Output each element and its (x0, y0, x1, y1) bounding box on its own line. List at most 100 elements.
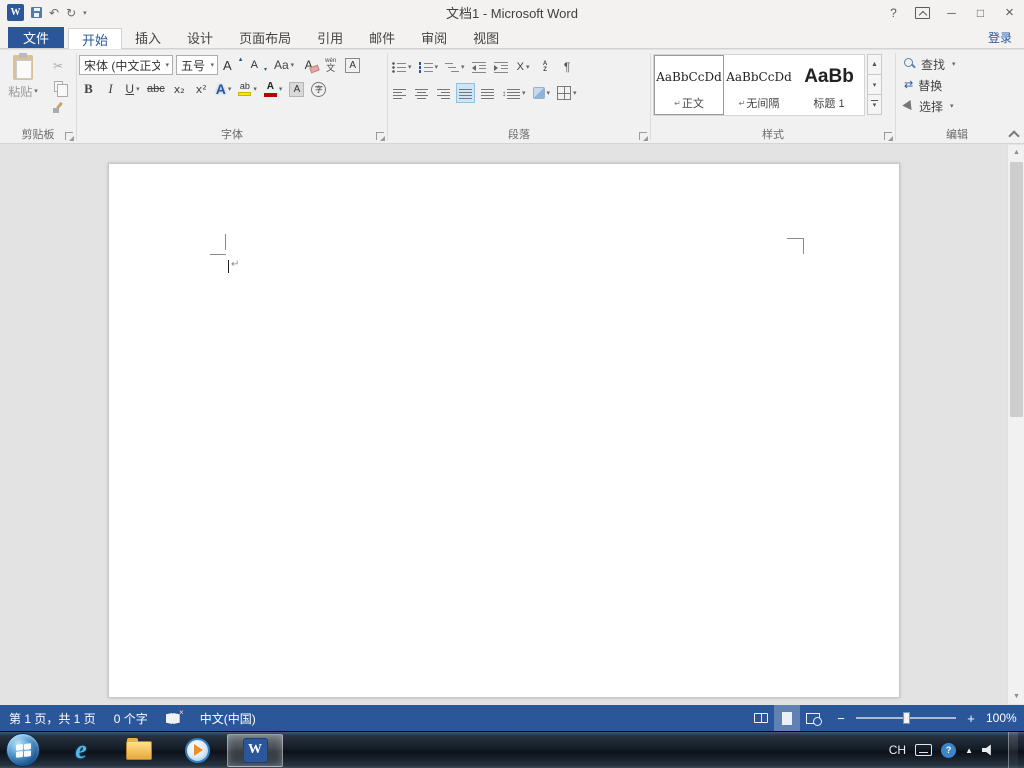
bullets-button[interactable]: ▾ (390, 57, 414, 77)
show-desktop-button[interactable] (1008, 731, 1018, 768)
tab-insert[interactable]: 插入 (122, 27, 174, 48)
word-app-icon[interactable]: W (7, 4, 24, 21)
tab-page-layout[interactable]: 页面布局 (226, 27, 304, 48)
borders-button[interactable]: ▾ (555, 83, 579, 103)
tab-file[interactable]: 文件 (8, 27, 65, 48)
taskbar-ie-button[interactable]: e (53, 734, 109, 767)
save-icon[interactable] (31, 7, 42, 18)
align-center-button[interactable] (412, 83, 431, 103)
close-button[interactable]: × (995, 0, 1024, 25)
clear-formatting-button[interactable]: A (299, 55, 318, 75)
redo-icon[interactable]: ↻ (66, 7, 76, 19)
subscript-button[interactable]: x₂ (170, 79, 189, 99)
tab-home[interactable]: 开始 (68, 28, 123, 49)
customize-qat-dropdown-icon[interactable]: ▾ (83, 9, 87, 17)
styles-scroll-down-button[interactable]: ▾ (867, 74, 882, 95)
tray-expand-icon[interactable]: ▲ (965, 746, 973, 755)
collapse-ribbon-button[interactable] (1009, 130, 1017, 138)
find-button[interactable]: 查找 ▾ (904, 55, 1016, 73)
keyboard-layout-icon[interactable] (915, 744, 933, 756)
scrollbar-thumb[interactable] (1010, 162, 1023, 417)
scroll-up-arrow[interactable]: ▲ (1008, 145, 1024, 160)
increase-indent-button[interactable] (492, 57, 511, 77)
cut-button[interactable]: ✂ (46, 57, 70, 74)
show-hide-marks-button[interactable]: ¶ (558, 57, 577, 77)
zoom-slider[interactable] (856, 711, 956, 725)
taskbar-media-player-button[interactable] (169, 734, 225, 767)
change-case-button[interactable]: Aa ▾ (272, 55, 296, 75)
underline-button[interactable]: U ▾ (123, 79, 142, 99)
numbering-button[interactable]: ▾ (417, 57, 441, 77)
sign-in-link[interactable]: 登录 (988, 27, 1024, 48)
select-button[interactable]: 选择 ▾ (902, 97, 1016, 115)
web-layout-button[interactable] (800, 705, 826, 731)
volume-icon[interactable] (982, 744, 991, 756)
shading-button[interactable]: ▾ (531, 83, 553, 103)
highlight-button[interactable]: ab ▾ (236, 79, 259, 99)
shrink-font-button[interactable]: A ▾ (249, 55, 269, 75)
font-color-button[interactable]: A ▾ (262, 79, 285, 99)
taskbar-word-button[interactable]: W (227, 733, 283, 767)
word-count[interactable]: 0 个字 (105, 705, 157, 731)
sort-button[interactable]: AZ (536, 57, 555, 77)
print-layout-button[interactable] (774, 705, 800, 731)
zoom-slider-thumb[interactable] (903, 712, 910, 724)
strikethrough-button[interactable]: abc (145, 79, 167, 99)
character-border-button[interactable]: A (343, 55, 362, 75)
text-effects-button[interactable]: A ▾ (214, 79, 234, 99)
distribute-button[interactable] (478, 83, 497, 103)
superscript-button[interactable]: x² (192, 79, 211, 99)
justify-button[interactable] (456, 83, 475, 103)
zoom-in-button[interactable]: + (964, 711, 978, 726)
vertical-scrollbar[interactable]: ▲ ▼ (1007, 145, 1024, 704)
zoom-level[interactable]: 100% (986, 711, 1024, 725)
tab-references[interactable]: 引用 (304, 27, 356, 48)
align-left-button[interactable] (390, 83, 409, 103)
restore-button[interactable]: □ (966, 0, 995, 25)
help-button[interactable]: ? (879, 0, 908, 25)
grow-font-button[interactable]: A ▲ (221, 55, 246, 75)
read-mode-button[interactable] (748, 705, 774, 731)
ime-tray-icon[interactable]: ? (941, 742, 957, 758)
font-size-combobox[interactable]: 五号 ▾ (176, 55, 218, 75)
multilevel-list-button[interactable]: ▾ (443, 57, 467, 77)
minimize-button[interactable]: ─ (937, 0, 966, 25)
style-card-heading1[interactable]: AaBb 标题 1 (794, 55, 864, 115)
undo-icon[interactable]: ↶ (49, 7, 59, 19)
paragraph-dialog-launcher[interactable] (639, 132, 648, 141)
decrease-indent-button[interactable] (470, 57, 489, 77)
tab-view[interactable]: 视图 (460, 27, 512, 48)
replace-button[interactable]: ⇄ 替换 (904, 76, 1016, 94)
align-right-button[interactable] (434, 83, 453, 103)
asian-layout-button[interactable]: X ▾ (514, 57, 533, 77)
styles-dialog-launcher[interactable] (884, 132, 893, 141)
page-indicator[interactable]: 第 1 页，共 1 页 (0, 705, 105, 731)
font-dialog-launcher[interactable] (376, 132, 385, 141)
paste-button[interactable]: 粘贴 ▾ (2, 53, 44, 128)
clipboard-dialog-launcher[interactable] (65, 132, 74, 141)
style-card-normal[interactable]: AaBbCcDd ↵ 正文 (654, 55, 724, 115)
tab-mailings[interactable]: 邮件 (356, 27, 408, 48)
line-spacing-button[interactable]: ↕ ▾ (500, 83, 528, 103)
language-badge[interactable]: CH (889, 743, 906, 757)
bold-button[interactable]: B (79, 79, 98, 99)
styles-more-button[interactable]: ▾ (867, 94, 882, 115)
tab-design[interactable]: 设计 (174, 27, 226, 48)
start-button[interactable] (6, 733, 40, 767)
taskbar-explorer-button[interactable] (111, 734, 167, 767)
zoom-out-button[interactable]: − (834, 711, 848, 726)
italic-button[interactable]: I (101, 79, 120, 99)
proofing-button[interactable]: × (157, 705, 191, 731)
format-painter-button[interactable] (46, 99, 70, 116)
document-page[interactable]: ↵ (108, 163, 900, 698)
copy-button[interactable] (46, 78, 70, 97)
enclose-characters-button[interactable]: 字 (309, 79, 328, 99)
ribbon-display-options-button[interactable] (908, 0, 937, 25)
scroll-down-arrow[interactable]: ▼ (1008, 689, 1024, 704)
styles-scroll-up-button[interactable]: ▲ (867, 54, 882, 75)
language-indicator[interactable]: 中文(中国) (191, 705, 265, 731)
character-shading-button[interactable]: A (287, 79, 306, 99)
phonetic-guide-button[interactable]: wén 文 (321, 55, 340, 75)
font-name-combobox[interactable]: 宋体 (中文正文) ▾ (79, 55, 173, 75)
tab-review[interactable]: 审阅 (408, 27, 460, 48)
